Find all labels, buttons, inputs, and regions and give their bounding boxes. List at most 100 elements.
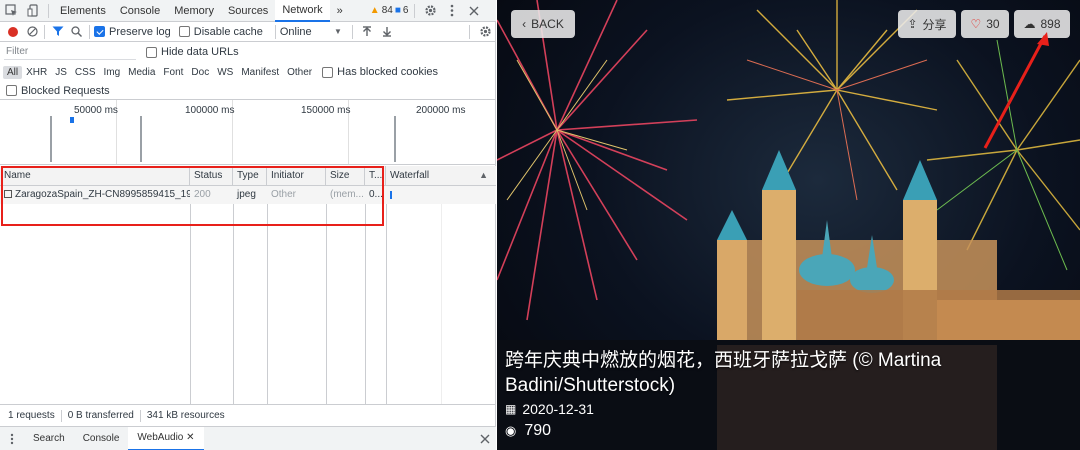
clear-icon[interactable] xyxy=(24,21,40,43)
messages-count[interactable]: 6 xyxy=(403,5,409,16)
devtools-panel: Elements Console Memory Sources Network … xyxy=(0,0,496,450)
kebab-menu-icon[interactable] xyxy=(441,0,463,22)
overview-tick-label: 200000 ms xyxy=(416,105,466,116)
type-filter-other[interactable]: Other xyxy=(283,66,316,79)
blocked-requests-label: Blocked Requests xyxy=(21,84,110,97)
type-filter-doc[interactable]: Doc xyxy=(187,66,213,79)
back-button[interactable]: ‹ BACK xyxy=(511,10,575,38)
network-toolbar: Preserve log Disable cache Online ▼ xyxy=(0,22,496,42)
caret-down-icon: ▼ xyxy=(333,27,342,36)
more-tabs-button[interactable]: » xyxy=(330,0,350,22)
has-blocked-cookies-label: Has blocked cookies xyxy=(337,66,439,78)
divider xyxy=(469,24,470,39)
blocked-requests-checkbox[interactable] xyxy=(6,85,17,96)
disable-cache-label: Disable cache xyxy=(193,25,263,38)
firework-burst-left xyxy=(497,0,698,321)
wallpaper-viewer: ‹ BACK ⇪ 分享 ♡ 30 ☁ 898 跨年庆典中燃放的烟花，西班牙萨拉戈… xyxy=(497,0,1080,450)
divider xyxy=(274,24,276,39)
import-har-icon[interactable] xyxy=(357,21,377,43)
overview-request-mark xyxy=(50,116,52,162)
close-icon[interactable] xyxy=(463,0,485,22)
device-toolbar-icon[interactable] xyxy=(22,0,44,22)
heart-icon: ♡ xyxy=(970,17,982,31)
close-tab-icon[interactable]: ✕ xyxy=(186,432,194,443)
type-filter-font[interactable]: Font xyxy=(159,66,187,79)
type-filter-manifest[interactable]: Manifest xyxy=(237,66,283,79)
share-button[interactable]: ⇪ 分享 xyxy=(898,10,956,38)
hide-data-urls-label: Hide data URLs xyxy=(161,46,239,58)
filter-input[interactable]: Filter xyxy=(4,44,136,60)
warning-icon[interactable]: ▲ xyxy=(370,5,380,16)
type-filter-media[interactable]: Media xyxy=(124,66,159,79)
filter-icon[interactable] xyxy=(49,21,67,43)
waterfall-gridline xyxy=(441,186,442,404)
blocked-requests-bar: Blocked Requests xyxy=(0,82,496,100)
overview-request-mark xyxy=(394,116,396,162)
network-overview-timeline[interactable]: 50000 ms 100000 ms 150000 ms 200000 ms xyxy=(0,100,496,165)
chevron-left-icon: ‹ xyxy=(522,17,527,31)
network-status-bar: 1 requests 0 B transferred 341 kB resour… xyxy=(0,404,496,426)
tab-sources[interactable]: Sources xyxy=(221,0,275,22)
resources-size: 341 kB resources xyxy=(146,410,225,421)
drawer-tab-console[interactable]: Console xyxy=(74,427,129,450)
drawer-tab-webaudio-label: WebAudio xyxy=(137,431,184,443)
views-count: 790 xyxy=(524,422,552,439)
divider xyxy=(89,24,90,39)
drawer-tab-search[interactable]: Search xyxy=(24,427,74,450)
overview-tick-label: 150000 ms xyxy=(301,105,351,116)
throttling-select[interactable]: Online ▼ xyxy=(280,26,342,38)
eye-icon: ◉ xyxy=(505,423,517,438)
tab-console[interactable]: Console xyxy=(113,0,167,22)
divider xyxy=(139,409,141,422)
share-icon: ⇪ xyxy=(907,17,918,31)
publish-date-row: ▦ 2020-12-31 xyxy=(505,401,594,417)
drawer-menu-icon[interactable] xyxy=(0,428,24,450)
divider xyxy=(414,3,416,18)
divider xyxy=(44,24,45,39)
preserve-log-checkbox[interactable] xyxy=(94,26,105,37)
message-icon[interactable]: ■ xyxy=(395,5,401,16)
inspect-element-icon[interactable] xyxy=(0,0,22,22)
wallpaper-caption: 跨年庆典中燃放的烟花，西班牙萨拉戈萨 (© Martina Badini/Shu… xyxy=(505,350,942,396)
tab-network[interactable]: Network xyxy=(275,0,330,22)
has-blocked-cookies-checkbox[interactable] xyxy=(322,66,334,78)
highlight-annotation-box xyxy=(1,166,384,226)
hide-data-urls-checkbox[interactable] xyxy=(146,46,157,58)
basilica-silhouette xyxy=(717,150,1080,340)
type-filter-js[interactable]: JS xyxy=(51,66,71,79)
sort-ascending-icon[interactable]: ▲ xyxy=(479,170,488,180)
type-filter-css[interactable]: CSS xyxy=(71,66,100,79)
gear-icon[interactable] xyxy=(419,0,441,22)
export-har-icon[interactable] xyxy=(377,21,397,43)
tab-memory[interactable]: Memory xyxy=(167,0,221,22)
devtools-tabbar: Elements Console Memory Sources Network … xyxy=(0,0,496,22)
cloud-download-icon: ☁ xyxy=(1023,17,1036,31)
warnings-count[interactable]: 84 xyxy=(382,5,393,16)
record-icon[interactable] xyxy=(8,26,18,37)
divider xyxy=(60,409,62,422)
type-filter-xhr[interactable]: XHR xyxy=(22,66,51,79)
tab-elements[interactable]: Elements xyxy=(53,0,113,22)
type-filter-all[interactable]: All xyxy=(3,65,23,79)
overview-request-mark xyxy=(140,116,142,162)
close-drawer-icon[interactable] xyxy=(474,428,496,450)
filter-bar: Filter Hide data URLs xyxy=(0,42,496,62)
back-label: BACK xyxy=(531,17,564,31)
overview-tick-label: 100000 ms xyxy=(185,105,235,116)
likes-count: 30 xyxy=(986,17,1000,31)
overview-request-mark xyxy=(70,117,74,123)
divider xyxy=(351,24,353,39)
disable-cache-checkbox[interactable] xyxy=(178,26,190,37)
search-icon[interactable] xyxy=(67,21,85,43)
type-filter-ws[interactable]: WS xyxy=(213,66,237,79)
network-settings-gear-icon[interactable] xyxy=(474,21,496,43)
drawer-tab-webaudio[interactable]: WebAudio ✕ xyxy=(128,426,204,450)
annotation-arrow xyxy=(983,32,1049,149)
divider xyxy=(48,3,49,18)
overview-tick-label: 50000 ms xyxy=(74,105,118,116)
share-label: 分享 xyxy=(922,17,947,32)
drawer-tabbar: Search Console WebAudio ✕ xyxy=(0,426,496,450)
transferred-size: 0 B transferred xyxy=(67,410,134,421)
column-divider xyxy=(386,186,387,404)
type-filter-img[interactable]: Img xyxy=(99,66,124,79)
